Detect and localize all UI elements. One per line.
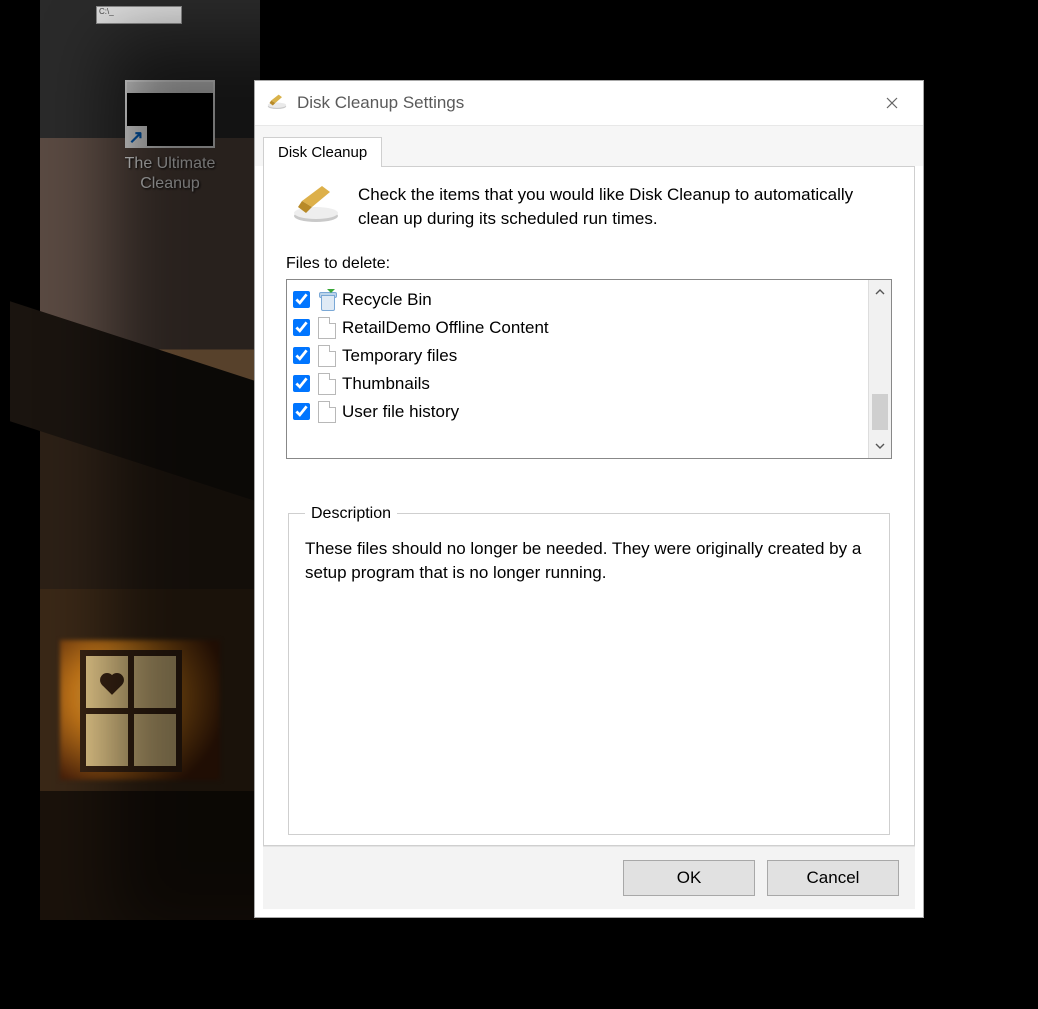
scroll-up-button[interactable]	[869, 280, 891, 304]
chevron-up-icon	[875, 287, 885, 297]
file-icon	[318, 345, 336, 367]
tab-strip: Disk Cleanup	[255, 126, 923, 166]
file-icon	[318, 373, 336, 395]
item-checkbox[interactable]	[293, 291, 310, 308]
tab-disk-cleanup[interactable]: Disk Cleanup	[263, 137, 382, 167]
file-icon	[318, 317, 336, 339]
dialog-title: Disk Cleanup Settings	[297, 93, 869, 113]
scroll-down-button[interactable]	[869, 434, 891, 458]
dialog-button-row: OK Cancel	[263, 846, 915, 909]
item-checkbox[interactable]	[293, 347, 310, 364]
close-button[interactable]	[869, 88, 915, 118]
list-item[interactable]: Recycle Bin	[291, 286, 864, 314]
file-icon	[318, 401, 336, 423]
ok-button[interactable]: OK	[623, 860, 755, 896]
dialog-titlebar[interactable]: Disk Cleanup Settings	[255, 81, 923, 126]
description-legend: Description	[305, 505, 397, 523]
item-label: Thumbnails	[342, 374, 430, 394]
list-item[interactable]: RetailDemo Offline Content	[291, 314, 864, 342]
item-label: Temporary files	[342, 346, 457, 366]
files-to-delete-label: Files to delete:	[286, 255, 892, 273]
item-label: User file history	[342, 402, 459, 422]
cancel-button[interactable]: Cancel	[767, 860, 899, 896]
item-label: RetailDemo Offline Content	[342, 318, 549, 338]
disk-cleanup-settings-dialog: Disk Cleanup Settings Disk Cleanup Check…	[254, 80, 924, 918]
description-text: These files should no longer be needed. …	[305, 537, 873, 586]
item-label: Recycle Bin	[342, 290, 432, 310]
recycle-bin-icon	[318, 289, 336, 311]
list-item[interactable]: Thumbnails	[291, 370, 864, 398]
listbox-scrollbar[interactable]	[868, 280, 891, 458]
item-checkbox[interactable]	[293, 403, 310, 420]
list-item[interactable]: Temporary files	[291, 342, 864, 370]
list-item[interactable]: User file history	[291, 398, 864, 426]
background-cmd-window: C:\_	[96, 6, 182, 24]
intro-text: Check the items that you would like Disk…	[358, 183, 886, 231]
files-listbox[interactable]: Recycle Bin RetailDemo Offline Content Tem…	[286, 279, 892, 459]
chevron-down-icon	[875, 441, 885, 451]
disk-cleanup-icon	[267, 93, 287, 113]
disk-cleanup-large-icon	[292, 183, 340, 223]
item-checkbox[interactable]	[293, 375, 310, 392]
item-checkbox[interactable]	[293, 319, 310, 336]
close-icon	[886, 97, 898, 109]
scrollbar-thumb[interactable]	[872, 394, 888, 430]
description-group: Description These files should no longer…	[288, 505, 890, 835]
dialog-content: Check the items that you would like Disk…	[263, 166, 915, 846]
